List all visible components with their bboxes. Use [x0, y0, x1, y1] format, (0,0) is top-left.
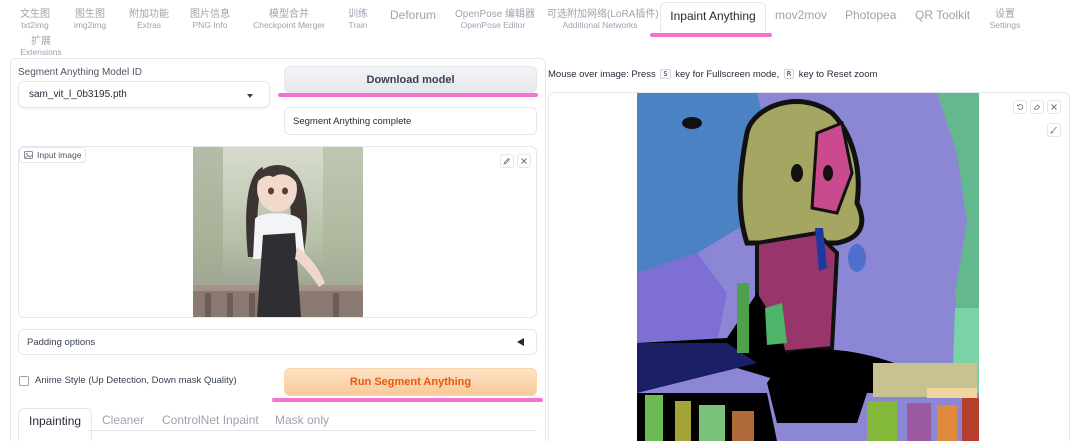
- hint-suffix: key to Reset zoom: [798, 69, 878, 80]
- tab-sublabel: txt2img: [21, 20, 49, 30]
- input-image-badge: Input image: [19, 147, 87, 163]
- subtab-controlnet-inpaint[interactable]: ControlNet Inpaint: [162, 413, 259, 427]
- tab-sublabel: Settings: [989, 20, 1021, 30]
- tab-label: 扩展: [31, 36, 51, 47]
- key-r: R: [783, 69, 795, 79]
- tab-label: 文生图: [20, 9, 50, 20]
- tab-txt2img[interactable]: 文生图 txt2img: [20, 9, 50, 31]
- highlight-underline-run: [272, 398, 543, 402]
- subtab-inpainting[interactable]: Inpainting: [18, 408, 93, 441]
- tab-sublabel: Checkpoint Merger: [253, 20, 325, 30]
- tab-img2img[interactable]: 图生图 img2img: [72, 9, 108, 31]
- tab-inpaint-anything[interactable]: Inpaint Anything: [660, 2, 766, 32]
- tab-extensions[interactable]: 扩展 Extensions: [20, 36, 62, 58]
- tab-label: 可选附加网络(LoRA插件): [547, 9, 659, 20]
- tab-label: 设置: [995, 9, 1015, 20]
- padding-options-accordion[interactable]: Padding options: [18, 329, 537, 355]
- fullscreen-hint: Mouse over image: Press S key for Fullsc…: [548, 69, 877, 80]
- pencil-icon[interactable]: [500, 154, 514, 168]
- tab-settings[interactable]: 设置 Settings: [987, 9, 1023, 31]
- status-text-box: Segment Anything complete: [284, 107, 537, 135]
- subtab-cleaner[interactable]: Cleaner: [102, 413, 144, 427]
- input-image-thumbnail: [193, 147, 363, 317]
- tab-extras[interactable]: 附加功能 Extras: [128, 9, 170, 31]
- subtab-border: [88, 430, 537, 431]
- model-id-value: sam_vit_l_0b3195.pth: [29, 89, 127, 100]
- undo-icon[interactable]: [1013, 100, 1027, 114]
- status-text: Segment Anything complete: [293, 115, 412, 127]
- model-id-label: Segment Anything Model ID: [18, 67, 142, 78]
- tab-sublabel: Extensions: [20, 47, 62, 57]
- segmentation-map-image: [637, 93, 979, 441]
- tab-label: 图片信息: [190, 9, 230, 20]
- tab-photopea[interactable]: Photopea: [845, 9, 896, 21]
- model-id-dropdown[interactable]: sam_vit_l_0b3195.pth: [18, 81, 270, 108]
- hint-prefix: Mouse over image: Press: [548, 69, 656, 80]
- tab-additional-networks[interactable]: 可选附加网络(LoRA插件) Additional Networks: [547, 9, 659, 31]
- run-segment-anything-button[interactable]: Run Segment Anything: [284, 368, 537, 396]
- tab-png-info[interactable]: 图片信息 PNG Info: [190, 9, 230, 31]
- padding-options-label: Padding options: [27, 336, 96, 348]
- tab-label: 模型合并: [269, 9, 309, 20]
- image-icon: [24, 151, 33, 159]
- close-icon[interactable]: [1047, 100, 1061, 114]
- caret-left-icon: [517, 338, 524, 346]
- tab-sublabel: Train: [348, 20, 368, 30]
- download-model-button[interactable]: Download model: [284, 66, 537, 93]
- hint-middle: key for Fullscreen mode,: [675, 69, 780, 80]
- tab-sublabel: img2img: [73, 20, 107, 30]
- chevron-down-icon: [247, 94, 253, 98]
- tab-label: 图生图: [75, 9, 105, 20]
- highlight-underline-tab: [650, 33, 772, 37]
- tab-sublabel: PNG Info: [192, 20, 228, 30]
- subtab-mask-only[interactable]: Mask only: [275, 413, 329, 427]
- tab-deforum[interactable]: Deforum: [390, 9, 436, 21]
- tab-train[interactable]: 训练 Train: [345, 9, 371, 31]
- top-tab-bar: 文生图 txt2img 图生图 img2img 附加功能 Extras 图片信息…: [0, 0, 1080, 60]
- brush-icon[interactable]: [1047, 123, 1061, 137]
- tab-sublabel: OpenPose Editor: [460, 20, 526, 30]
- highlight-underline-download: [278, 93, 538, 97]
- tab-label: 附加功能: [129, 9, 169, 20]
- tab-mov2mov[interactable]: mov2mov: [775, 9, 827, 21]
- input-image-panel[interactable]: Input image: [18, 146, 537, 318]
- input-image-label: Input image: [37, 150, 82, 160]
- clear-icon[interactable]: [1030, 100, 1044, 114]
- tab-checkpoint-merger[interactable]: 模型合并 Checkpoint Merger: [250, 9, 328, 31]
- key-s: S: [660, 69, 671, 79]
- tab-label: 训练: [348, 9, 368, 20]
- tab-qr-toolkit[interactable]: QR Toolkit: [915, 9, 970, 21]
- anime-style-checkbox[interactable]: [19, 376, 29, 386]
- tab-sublabel: Extras: [136, 20, 162, 30]
- anime-style-label: Anime Style (Up Detection, Down mask Qua…: [35, 375, 237, 386]
- close-icon[interactable]: [517, 154, 531, 168]
- tab-sublabel: Additional Networks: [562, 20, 638, 30]
- tab-openpose-editor[interactable]: OpenPose 编辑器 OpenPose Editor: [455, 9, 536, 31]
- tab-label: OpenPose 编辑器: [455, 9, 536, 20]
